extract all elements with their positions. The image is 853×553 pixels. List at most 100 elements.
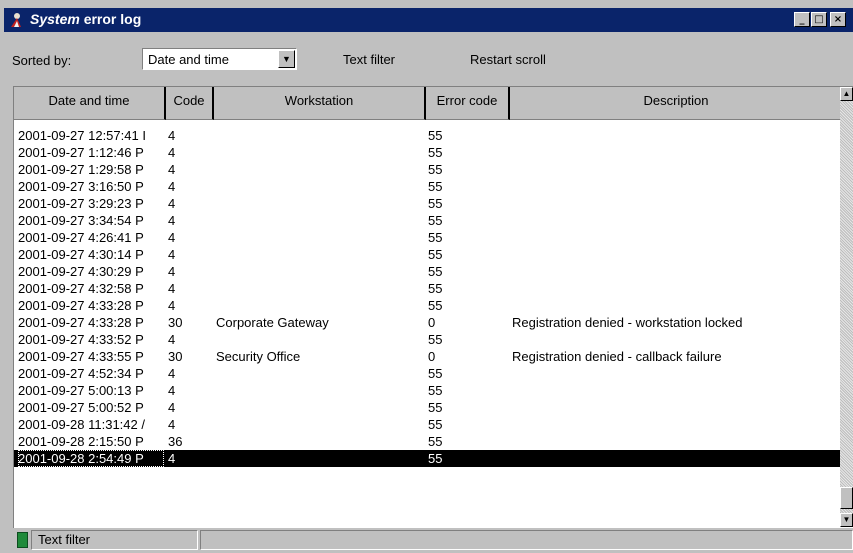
cell-code: 4 <box>168 332 176 347</box>
cell-code: 4 <box>168 162 176 177</box>
table-row[interactable]: 2001-09-27 5:00:52 P 4 55 <box>14 399 842 416</box>
text-filter-button[interactable]: Text filter <box>343 52 395 67</box>
cell-code: 4 <box>168 196 176 211</box>
table-row[interactable]: 2001-09-27 3:34:54 P 4 55 <box>14 212 842 229</box>
table-row[interactable]: 2001-09-27 1:12:46 P 4 55 <box>14 144 842 161</box>
sort-select[interactable]: Date and time ▼ <box>142 48 297 70</box>
table-row[interactable]: 2001-09-27 3:29:23 P 4 55 <box>14 195 842 212</box>
column-header-workstation[interactable]: Workstation <box>214 87 426 120</box>
minimize-icon: _ <box>799 14 805 25</box>
window-title: System error log <box>30 11 142 27</box>
table-body: 2001-09-27 12:57:41 I 4 55 2001-09-27 1:12:… <box>14 127 842 467</box>
status-pane-empty <box>200 530 853 550</box>
cell-date-time: 2001-09-27 3:34:54 P <box>18 213 144 228</box>
sorted-by-label: Sorted by: <box>12 53 72 68</box>
title-bar[interactable]: System error log _ □ × <box>4 8 853 32</box>
cell-date-time: 2001-09-27 4:33:55 P <box>18 349 144 364</box>
cell-date-time: 2001-09-28 2:54:49 P <box>18 450 164 467</box>
minimize-button[interactable]: _ <box>794 12 810 27</box>
cell-date-time: 2001-09-27 4:32:58 P <box>18 281 144 296</box>
cell-code: 4 <box>168 264 176 279</box>
toolbar: Sorted by: Date and time ▼ Text filter R… <box>4 35 853 85</box>
table-row[interactable]: 2001-09-27 4:33:28 P 4 55 <box>14 297 842 314</box>
column-header-error-code[interactable]: Error code <box>426 87 510 120</box>
cell-error-code: 55 <box>428 400 443 415</box>
table-row[interactable]: 2001-09-27 4:33:55 P 30 Security Office 0 Re… <box>14 348 842 365</box>
status-indicator <box>17 532 28 548</box>
table-row[interactable]: 2001-09-27 5:00:13 P 4 55 <box>14 382 842 399</box>
table-row[interactable]: 2001-09-27 3:16:50 P 4 55 <box>14 178 842 195</box>
cell-date-time: 2001-09-27 5:00:13 P <box>18 383 144 398</box>
cell-date-time: 2001-09-27 4:52:34 P <box>18 366 144 381</box>
cell-error-code: 55 <box>428 145 443 160</box>
chevron-down-icon[interactable]: ▼ <box>278 50 295 68</box>
maximize-button[interactable]: □ <box>811 12 827 27</box>
column-header-description[interactable]: Description <box>510 87 842 120</box>
cell-code: 4 <box>168 213 176 228</box>
cell-date-time: 2001-09-27 1:12:46 P <box>18 145 144 160</box>
cell-code: 4 <box>168 417 176 432</box>
cell-date-time: 2001-09-27 12:57:41 I <box>18 128 146 143</box>
cell-code: 4 <box>168 247 176 262</box>
app-icon <box>8 12 24 28</box>
cell-date-time: 2001-09-27 4:30:29 P <box>18 264 144 279</box>
cell-error-code: 55 <box>428 332 443 347</box>
table-row[interactable]: 2001-09-27 1:29:58 P 4 55 <box>14 161 842 178</box>
table-row[interactable]: 2001-09-28 11:31:42 / 4 55 <box>14 416 842 433</box>
cell-date-time: 2001-09-27 4:26:41 P <box>18 230 144 245</box>
table-row[interactable]: 2001-09-27 4:26:41 P 4 55 <box>14 229 842 246</box>
scroll-up-icon[interactable]: ▲ <box>840 87 853 101</box>
cell-error-code: 55 <box>428 247 443 262</box>
cell-code: 4 <box>168 298 176 313</box>
cell-date-time: 2001-09-27 4:30:14 P <box>18 247 144 262</box>
cell-error-code: 0 <box>428 349 436 364</box>
cell-date-time: 2001-09-27 3:29:23 P <box>18 196 144 211</box>
column-header-code[interactable]: Code <box>166 87 214 120</box>
cell-date-time: 2001-09-27 4:33:28 P <box>18 315 144 330</box>
cell-code: 4 <box>168 383 176 398</box>
error-log-table[interactable]: Date and time Code Workstation Error cod… <box>13 86 853 528</box>
cell-error-code: 55 <box>428 196 443 211</box>
cell-code: 4 <box>168 230 176 245</box>
cell-description: Registration denied - workstation locked <box>512 315 743 330</box>
cell-date-time: 2001-09-27 3:16:50 P <box>18 179 144 194</box>
cell-error-code: 55 <box>428 383 443 398</box>
table-row[interactable]: 2001-09-27 4:52:34 P 4 55 <box>14 365 842 382</box>
error-log-window: System error log _ □ × Sorted by: Date a… <box>0 0 853 553</box>
status-text: Text filter <box>31 530 198 550</box>
cell-code: 4 <box>168 400 176 415</box>
cell-workstation: Corporate Gateway <box>216 315 329 330</box>
close-icon: × <box>833 14 843 25</box>
table-row[interactable]: 2001-09-28 2:15:50 P 36 55 <box>14 433 842 450</box>
cell-date-time: 2001-09-27 5:00:52 P <box>18 400 144 415</box>
cell-error-code: 55 <box>428 213 443 228</box>
vertical-scrollbar[interactable]: ▲ ▼ <box>840 87 853 527</box>
table-row[interactable]: 2001-09-27 4:30:29 P 4 55 <box>14 263 842 280</box>
table-row[interactable]: 2001-09-27 4:33:28 P 30 Corporate Gateway 0… <box>14 314 842 331</box>
scroll-down-icon[interactable]: ▼ <box>840 513 853 527</box>
table-row[interactable]: 2001-09-28 2:54:49 P 4 55 <box>14 450 842 467</box>
close-button[interactable]: × <box>830 12 846 27</box>
cell-date-time: 2001-09-27 1:29:58 P <box>18 162 144 177</box>
status-bar: Text filter <box>13 529 853 551</box>
restart-scroll-button[interactable]: Restart scroll <box>470 52 546 67</box>
cell-code: 30 <box>168 315 183 330</box>
column-header-date-time[interactable]: Date and time <box>14 87 166 120</box>
cell-date-time: 2001-09-27 4:33:28 P <box>18 298 144 313</box>
table-row[interactable]: 2001-09-27 4:32:58 P 4 55 <box>14 280 842 297</box>
cell-error-code: 55 <box>428 264 443 279</box>
cell-error-code: 55 <box>428 434 443 449</box>
cell-error-code: 55 <box>428 417 443 432</box>
cell-error-code: 55 <box>428 451 443 466</box>
cell-date-time: 2001-09-28 2:15:50 P <box>18 434 144 449</box>
cell-code: 36 <box>168 434 183 449</box>
cell-error-code: 55 <box>428 298 443 313</box>
table-row[interactable]: 2001-09-27 4:33:52 P 4 55 <box>14 331 842 348</box>
cell-error-code: 55 <box>428 128 443 143</box>
cell-error-code: 0 <box>428 315 436 330</box>
table-row[interactable]: 2001-09-27 12:57:41 I 4 55 <box>14 127 842 144</box>
scroll-thumb[interactable] <box>840 487 853 509</box>
cell-error-code: 55 <box>428 162 443 177</box>
table-row[interactable]: 2001-09-27 4:30:14 P 4 55 <box>14 246 842 263</box>
cell-date-time: 2001-09-27 4:33:52 P <box>18 332 144 347</box>
